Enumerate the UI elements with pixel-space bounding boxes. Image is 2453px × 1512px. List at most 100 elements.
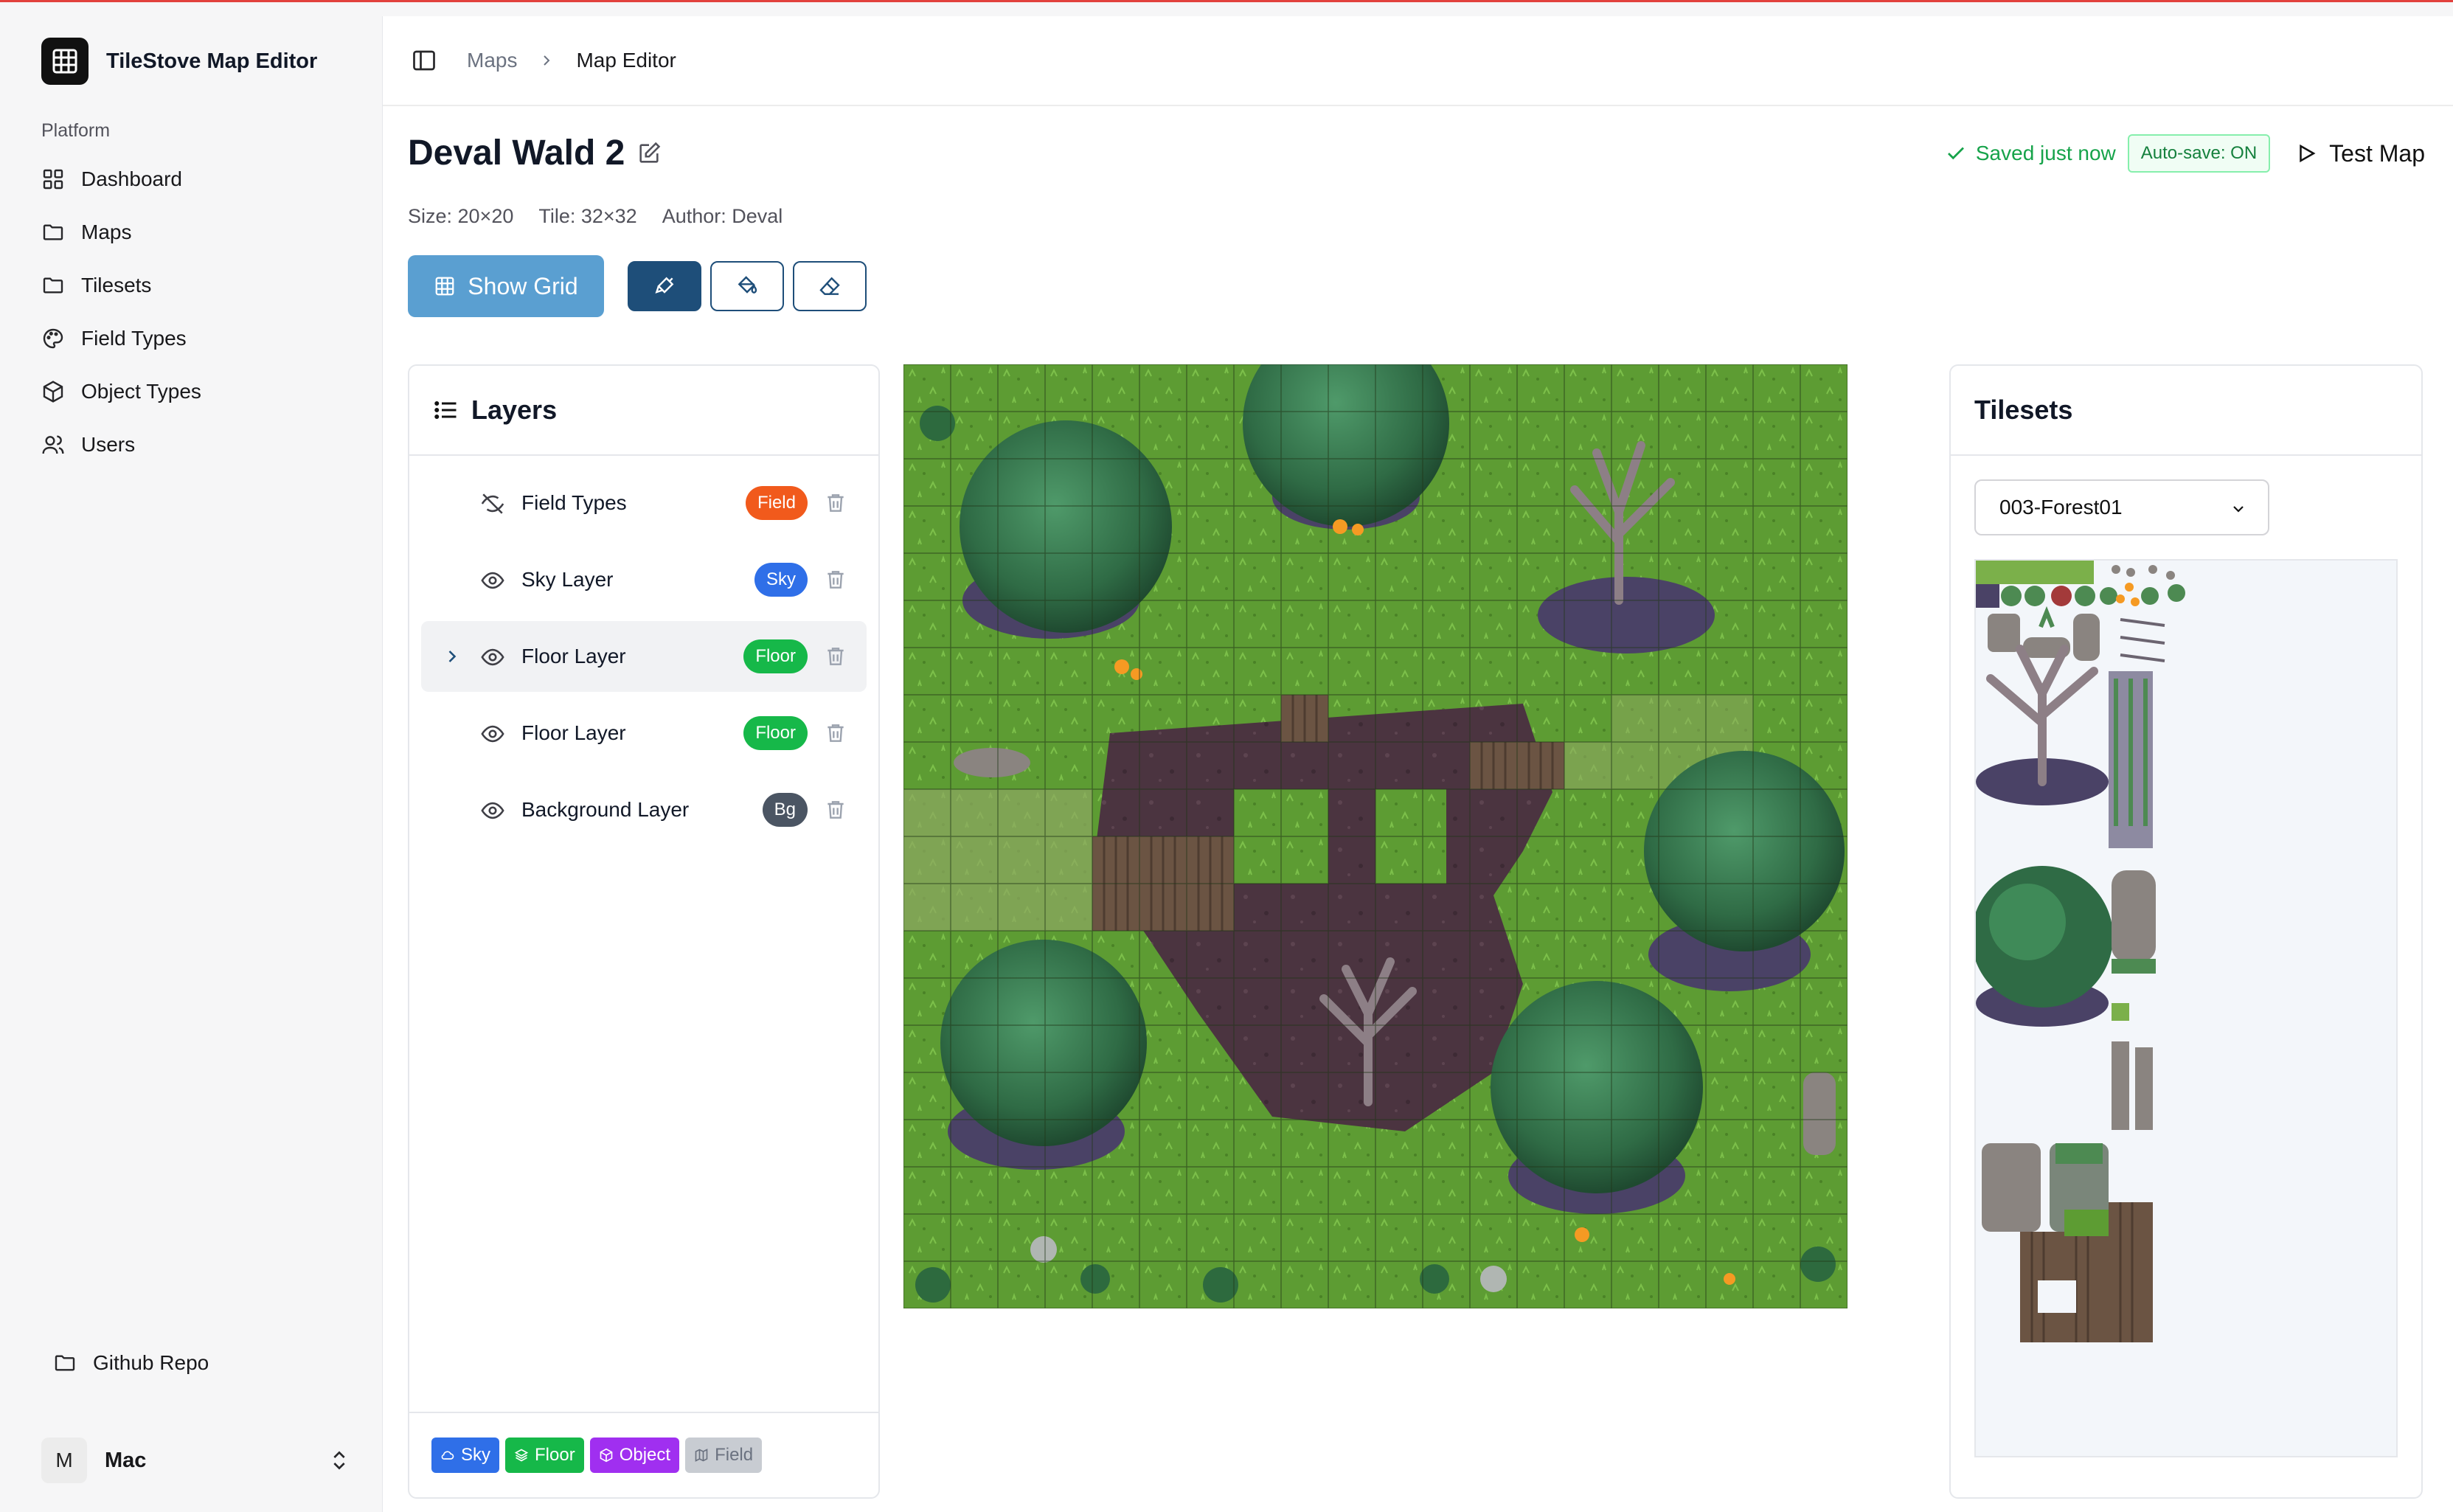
chevron-right-icon[interactable] — [442, 646, 462, 667]
edit-title-icon[interactable] — [636, 141, 662, 166]
layers-icon — [514, 1448, 535, 1463]
eye-icon[interactable] — [480, 568, 505, 593]
layer-row[interactable]: Sky Layer Sky — [421, 544, 867, 615]
sidebar-item-field-types[interactable]: Field Types — [41, 312, 366, 365]
map-tile-size: Tile: 32×32 — [538, 205, 637, 227]
trash-icon[interactable] — [824, 721, 847, 745]
layer-type-badge: Floor — [743, 639, 808, 673]
sidebar: TileStove Map Editor Platform Dashboard … — [0, 2, 382, 1512]
folder-icon — [55, 1355, 75, 1371]
layer-row[interactable]: Background Layer Bg — [421, 774, 867, 845]
trash-icon[interactable] — [824, 568, 847, 592]
legend-chip-field: Field — [685, 1438, 763, 1473]
legend-chip-sky: Sky — [431, 1438, 500, 1473]
sidebar-item-label: Tilesets — [81, 274, 152, 296]
users-icon — [42, 435, 64, 454]
user-menu[interactable]: M Mac — [41, 1436, 351, 1485]
eye-icon[interactable] — [480, 798, 505, 823]
layer-row[interactable]: Floor Layer Floor — [421, 621, 867, 692]
tileset-sprites — [1976, 561, 2396, 1456]
map-canvas[interactable] — [903, 364, 1847, 1308]
github-repo-link[interactable]: Github Repo — [53, 1351, 209, 1375]
breadcrumb: Maps Map Editor — [383, 16, 2453, 106]
sidebar-item-label: Dashboard — [81, 167, 182, 190]
platform-section-label: Platform — [41, 120, 111, 141]
chevron-down-icon — [2233, 506, 2244, 513]
breadcrumb-current: Map Editor — [576, 49, 676, 72]
list-icon — [434, 401, 457, 419]
map-title-row: Deval Wald 2 — [408, 133, 662, 173]
sidebar-item-tilesets[interactable]: Tilesets — [41, 259, 366, 312]
eraser-tool-button[interactable] — [793, 261, 867, 311]
dashboard-icon — [43, 169, 63, 190]
cloud-icon — [440, 1448, 461, 1463]
map-size: Size: 20×20 — [408, 205, 514, 227]
tileset-select-value: 003-Forest01 — [1999, 496, 2123, 519]
tileset-image[interactable] — [1974, 559, 2398, 1457]
autosave-badge[interactable]: Auto-save: ON — [2127, 134, 2271, 173]
map-tiles — [903, 364, 1847, 1308]
cube-icon — [43, 381, 63, 403]
legend-chip-label: Field — [715, 1445, 754, 1465]
trash-icon[interactable] — [824, 645, 847, 668]
layer-row[interactable]: Field Types Field — [421, 468, 867, 538]
legend-chip-floor: Floor — [505, 1438, 584, 1473]
legend-chip-label: Sky — [461, 1445, 491, 1465]
layer-type-legend: Sky Floor Object Field — [409, 1412, 878, 1497]
layer-type-badge: Field — [745, 486, 808, 520]
layer-row[interactable]: Floor Layer Floor — [421, 698, 867, 769]
tileset-select[interactable]: 003-Forest01 — [1974, 479, 2269, 535]
check-icon — [1947, 147, 1964, 160]
eye-off-icon[interactable] — [480, 491, 505, 516]
layers-panel: Layers Field Types Field Sky Layer Sky Floor… — [408, 364, 880, 1499]
tilesets-header: Tilesets — [1951, 366, 2421, 456]
fill-tool-button[interactable] — [710, 261, 784, 311]
saved-status: Saved just now — [1945, 142, 2116, 165]
sidebar-item-object-types[interactable]: Object Types — [41, 365, 366, 418]
sidebar-item-users[interactable]: Users — [41, 418, 366, 471]
sidebar-item-label: Users — [81, 433, 136, 456]
layer-name: Field Types — [521, 491, 627, 514]
show-grid-label: Show Grid — [468, 272, 578, 299]
grid-icon — [435, 277, 454, 296]
legend-chip-label: Object — [619, 1445, 671, 1465]
sidebar-item-label: Field Types — [81, 327, 187, 350]
trash-icon[interactable] — [824, 798, 847, 822]
legend-chip-object: Object — [589, 1438, 680, 1473]
sidebar-item-dashboard[interactable]: Dashboard — [41, 153, 366, 206]
brand[interactable]: TileStove Map Editor — [41, 38, 317, 85]
toggle-sidebar-icon[interactable] — [411, 47, 437, 74]
folder-icon — [43, 277, 63, 294]
layer-name: Floor Layer — [521, 645, 626, 667]
brush-icon — [655, 277, 674, 294]
trash-icon[interactable] — [824, 491, 847, 515]
breadcrumb-maps[interactable]: Maps — [467, 49, 517, 72]
map-icon — [694, 1448, 715, 1463]
app-logo-icon — [41, 38, 89, 85]
page-title: Deval Wald 2 — [408, 133, 625, 173]
tilesets-title: Tilesets — [1974, 395, 2073, 425]
cube-icon — [599, 1448, 620, 1463]
map-author: Author: Deval — [662, 205, 783, 227]
chevrons-up-down-icon — [333, 1451, 345, 1470]
layer-type-badge: Bg — [762, 793, 808, 827]
main-content: Maps Map Editor Deval Wald 2 Size: 20×20… — [382, 16, 2453, 1512]
save-status-area: Saved just now Auto-save: ON Test Map — [1945, 134, 2425, 173]
layer-name: Background Layer — [521, 798, 690, 821]
user-name: Mac — [105, 1448, 147, 1472]
sidebar-item-maps[interactable]: Maps — [41, 206, 366, 259]
eye-icon[interactable] — [480, 645, 505, 670]
play-icon — [2300, 144, 2316, 163]
test-map-button[interactable]: Test Map — [2295, 140, 2425, 167]
saved-status-text: Saved just now — [1975, 142, 2116, 164]
layer-list: Field Types Field Sky Layer Sky Floor Layer F… — [409, 456, 878, 863]
brush-tool-button[interactable] — [628, 261, 701, 311]
editor-toolbar: Show Grid — [408, 255, 867, 317]
layer-name: Floor Layer — [521, 721, 626, 744]
app-title: TileStove Map Editor — [106, 49, 318, 73]
map-meta: Size: 20×20 Tile: 32×32 Author: Deval — [408, 205, 783, 228]
layers-title: Layers — [471, 395, 558, 425]
layer-type-badge: Sky — [754, 563, 808, 597]
eye-icon[interactable] — [480, 721, 505, 746]
show-grid-button[interactable]: Show Grid — [408, 255, 604, 317]
